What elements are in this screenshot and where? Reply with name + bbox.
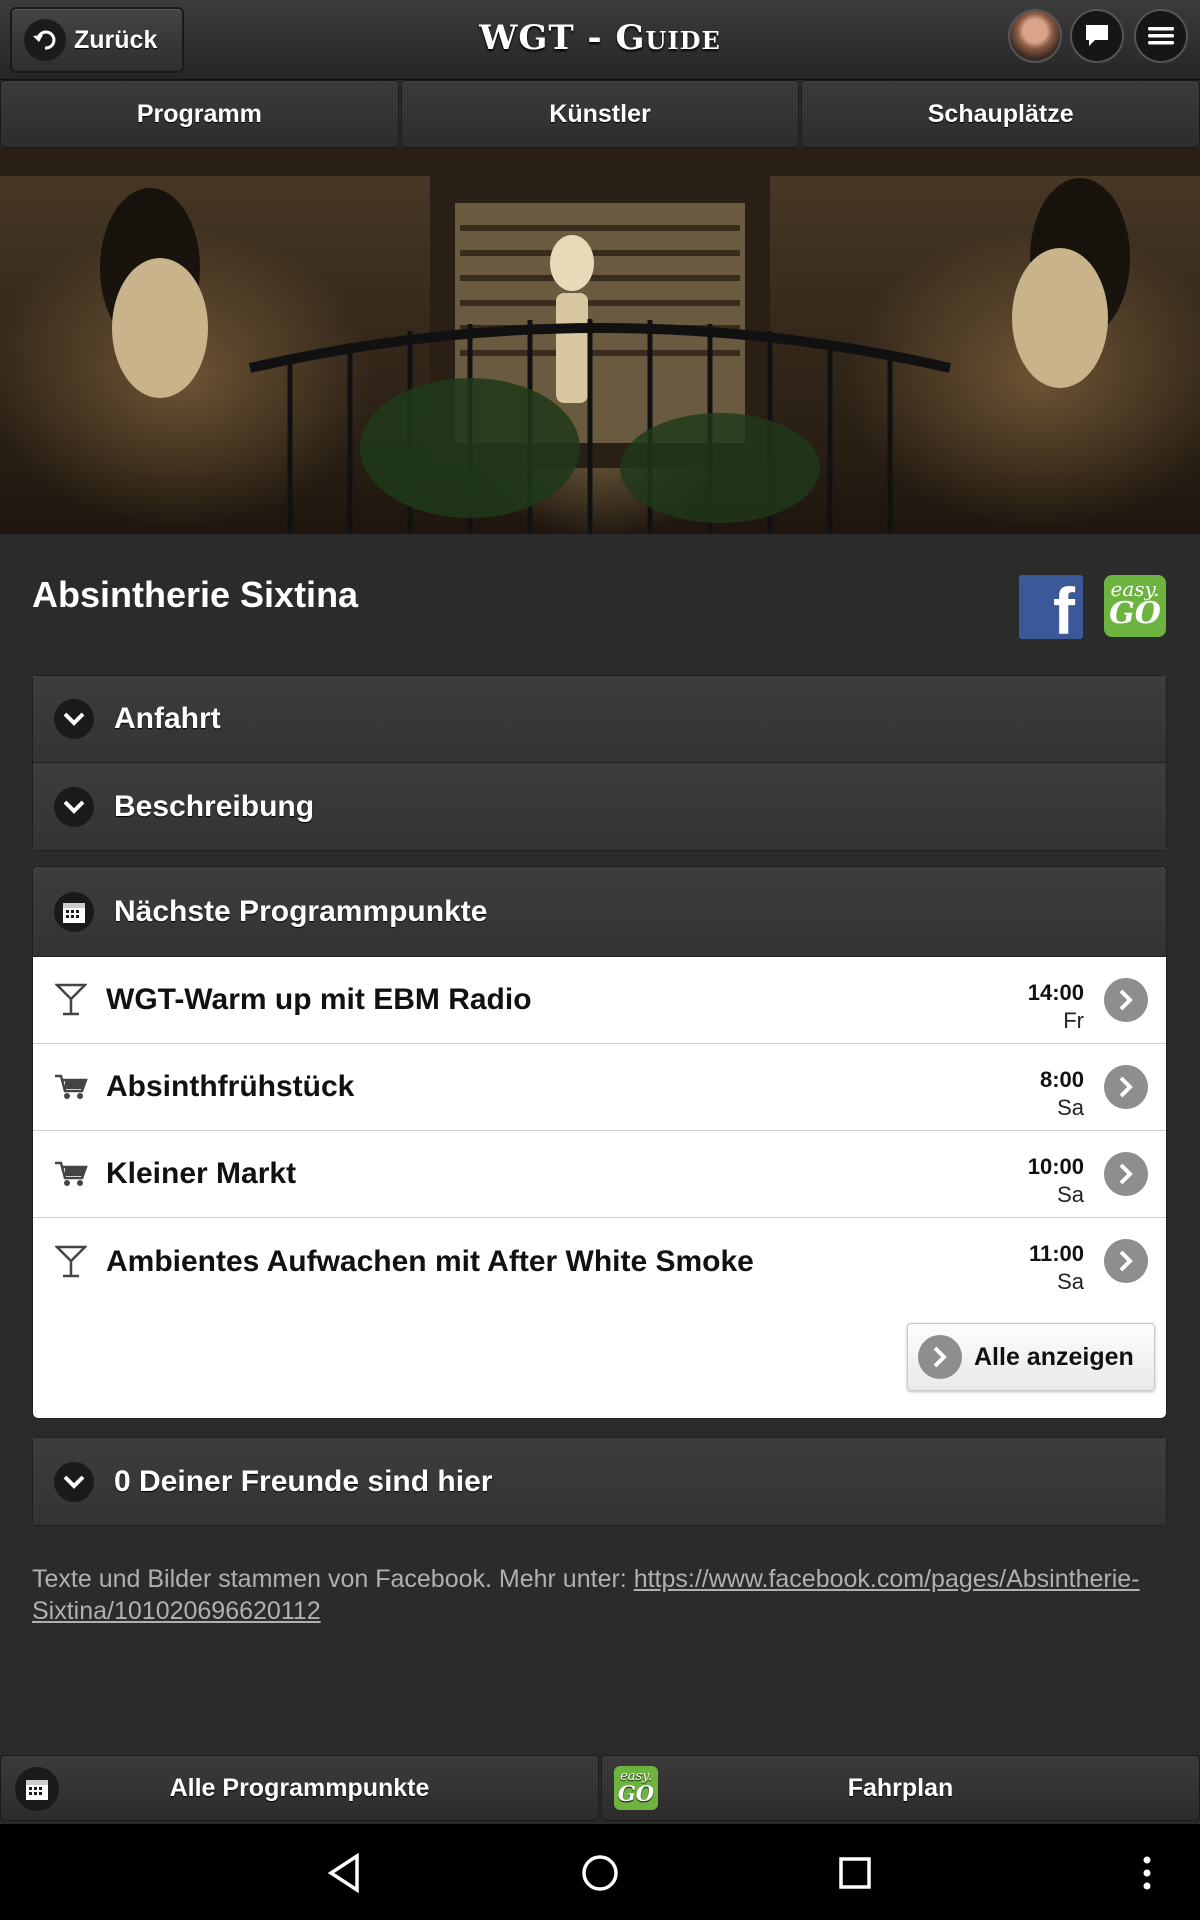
- program-item-time: 8:00 Sa: [1040, 1066, 1084, 1121]
- facebook-logo-letter: f: [1053, 575, 1075, 639]
- beschreibung-label: Beschreibung: [114, 789, 315, 823]
- cocktail-icon: [51, 983, 91, 1017]
- chevron-right-icon[interactable]: [1104, 978, 1148, 1022]
- easygo-logo-bottom: GO: [617, 1781, 655, 1806]
- timetable-button[interactable]: easy. GO Fahrplan: [601, 1755, 1200, 1821]
- cart-icon: [51, 1073, 91, 1101]
- program-item-time-value: 11:00: [1028, 1241, 1084, 1266]
- program-item-day: Sa: [1057, 1094, 1084, 1120]
- timetable-label: Fahrplan: [847, 1773, 954, 1802]
- easygo-logo-bottom: GO: [1109, 596, 1161, 631]
- chevron-down-icon: [54, 786, 94, 827]
- nav-home-icon[interactable]: [575, 1848, 625, 1898]
- easygo-icon: easy. GO: [614, 1766, 658, 1810]
- bottom-bar: Alle Programmpunkte easy. GO Fahrplan: [0, 1755, 1200, 1821]
- show-all-label: Alle anzeigen: [974, 1342, 1134, 1371]
- chevron-right-icon: [918, 1335, 962, 1379]
- nav-back-icon[interactable]: [319, 1848, 369, 1898]
- main-tabs: Programm Künstler Schauplätze: [0, 80, 1200, 148]
- program-item-title: WGT-Warm up mit EBM Radio: [106, 983, 532, 1016]
- program-item-day: Sa: [1057, 1181, 1084, 1207]
- program-item-time-value: 14:00: [1027, 980, 1084, 1005]
- user-avatar[interactable]: [1008, 9, 1062, 63]
- system-navigation-bar: [0, 1824, 1200, 1920]
- source-note: Texte und Bilder stammen von Facebook. M…: [32, 1563, 1162, 1627]
- program-header: Nächste Programmpunkte: [33, 867, 1166, 957]
- chevron-down-icon: [54, 1461, 94, 1502]
- cart-icon: [51, 1160, 91, 1188]
- calendar-icon: [15, 1767, 59, 1811]
- program-item-day: Sa: [1057, 1268, 1084, 1294]
- program-item[interactable]: Kleiner Markt 10:00 Sa: [33, 1131, 1166, 1218]
- app-header: Zurück WGT - Guide: [0, 0, 1200, 80]
- source-note-text: Texte und Bilder stammen von Facebook. M…: [32, 1565, 634, 1593]
- show-all-button[interactable]: Alle anzeigen: [907, 1323, 1155, 1391]
- program-item[interactable]: Ambientes Aufwachen mit After White Smok…: [33, 1218, 1166, 1305]
- friends-collapsible: 0 Deiner Freunde sind hier: [32, 1437, 1167, 1526]
- program-item-time: 10:00 Sa: [1028, 1153, 1084, 1208]
- chevron-right-icon[interactable]: [1104, 1065, 1148, 1109]
- anfahrt-toggle[interactable]: Anfahrt: [33, 676, 1166, 763]
- program-item-title: Absinthfrühstück: [106, 1070, 355, 1103]
- info-collapsibles: Anfahrt Beschreibung: [32, 675, 1167, 851]
- venue-name: Absintherie Sixtina: [32, 574, 359, 615]
- all-program-button[interactable]: Alle Programmpunkte: [0, 1755, 599, 1821]
- all-program-label: Alle Programmpunkte: [169, 1773, 430, 1802]
- tab-schauplaetze[interactable]: Schauplätze: [801, 80, 1200, 148]
- venue-photo: [0, 148, 1200, 534]
- program-item[interactable]: WGT-Warm up mit EBM Radio 14:00 Fr: [33, 957, 1166, 1044]
- friends-toggle[interactable]: 0 Deiner Freunde sind hier: [33, 1438, 1166, 1525]
- anfahrt-label: Anfahrt: [114, 702, 221, 735]
- program-panel: Nächste Programmpunkte WGT-Warm up mit E…: [32, 866, 1167, 1419]
- tab-kuenstler[interactable]: Künstler: [400, 80, 800, 148]
- program-item-time: 11:00 Sa: [1029, 1240, 1084, 1295]
- tab-programm[interactable]: Programm: [0, 80, 399, 148]
- program-item-time-value: 8:00: [1039, 1067, 1084, 1092]
- program-item-title: Ambientes Aufwachen mit After White Smok…: [106, 1244, 754, 1278]
- program-item-time-value: 10:00: [1027, 1154, 1084, 1179]
- chevron-down-icon: [54, 699, 94, 739]
- nav-recents-icon[interactable]: [830, 1848, 880, 1898]
- program-item-day: Fr: [1063, 1007, 1084, 1033]
- facebook-icon[interactable]: f: [1019, 575, 1083, 639]
- program-item-title: Kleiner Markt: [106, 1157, 297, 1190]
- chevron-right-icon[interactable]: [1104, 1239, 1148, 1283]
- program-title: Nächste Programmpunkte: [114, 894, 488, 928]
- menu-icon[interactable]: [1134, 9, 1188, 63]
- easygo-icon[interactable]: easy. GO: [1104, 575, 1166, 637]
- beschreibung-toggle[interactable]: Beschreibung: [33, 763, 1166, 850]
- chat-icon[interactable]: [1070, 9, 1124, 63]
- friends-label: 0 Deiner Freunde sind hier: [114, 1464, 493, 1498]
- program-item[interactable]: Absinthfrühstück 8:00 Sa: [33, 1044, 1166, 1131]
- chevron-right-icon[interactable]: [1104, 1152, 1148, 1196]
- program-item-time: 14:00 Fr: [1028, 979, 1084, 1034]
- cocktail-icon: [51, 1245, 91, 1279]
- calendar-icon: [54, 891, 94, 932]
- nav-overflow-icon[interactable]: [1122, 1848, 1172, 1898]
